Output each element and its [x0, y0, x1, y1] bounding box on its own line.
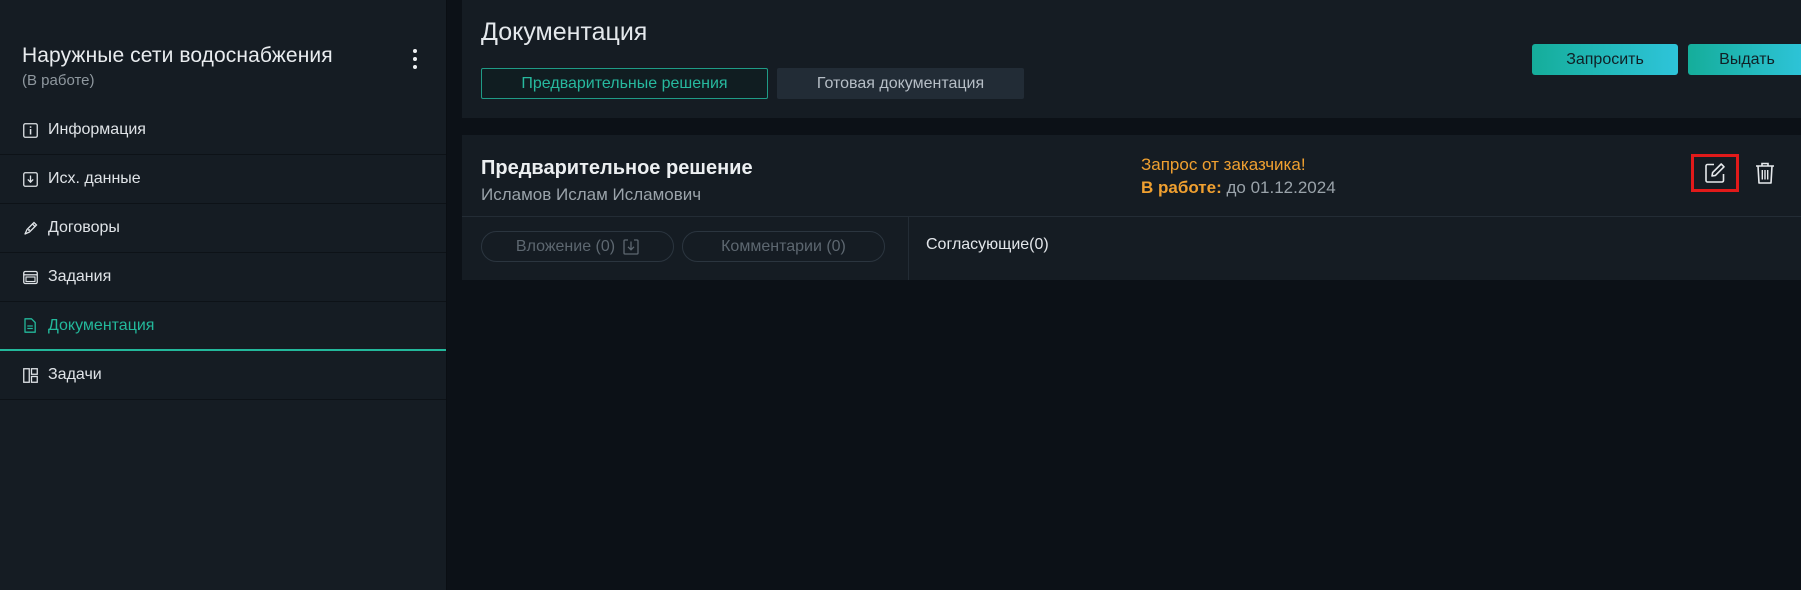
card-vertical-divider — [908, 217, 909, 280]
sidebar-item-tasks-assignments[interactable]: Задания — [0, 253, 446, 302]
sidebar-item-info[interactable]: Информация — [0, 106, 446, 155]
sidebar-item-contracts[interactable]: Договоры — [0, 204, 446, 253]
preliminary-solution-card: Предварительное решение Исламов Ислам Ис… — [462, 135, 1801, 280]
window-icon — [22, 269, 38, 285]
attachments-label: Вложение (0) — [515, 237, 616, 255]
sidebar-item-label: Договоры — [48, 219, 120, 236]
more-options-icon[interactable] — [400, 46, 430, 72]
request-button[interactable]: Запросить — [1532, 44, 1678, 75]
tab-preliminary-solutions[interactable]: Предварительные решения — [481, 68, 768, 99]
edit-icon — [1705, 163, 1725, 183]
attachment-download-icon — [623, 238, 639, 255]
card-author: Исламов Ислам Исламович — [481, 185, 702, 204]
sidebar-item-label: Исх. данные — [48, 170, 141, 187]
deadline: В работе: до 01.12.2024 — [1141, 178, 1336, 198]
document-icon — [22, 318, 38, 334]
comments-label: Комментарии (0) — [721, 237, 846, 255]
sidebar-item-label: Задания — [48, 268, 112, 285]
deadline-label: В работе: — [1141, 178, 1222, 197]
tab-ready-documentation[interactable]: Готовая документация — [777, 68, 1024, 99]
project-title: Наружные сети водоснабжения — [22, 44, 333, 67]
main-content: Документация Предварительные решения Гот… — [447, 0, 1801, 590]
trash-icon — [1756, 162, 1774, 184]
dashboard-icon — [22, 367, 38, 383]
page-title: Документация — [481, 18, 648, 46]
attachments-button[interactable]: Вложение (0) — [481, 231, 674, 262]
project-status: (В работе) — [22, 72, 95, 89]
sidebar-item-source-data[interactable]: Исх. данные — [0, 155, 446, 204]
issue-button[interactable]: Выдать — [1688, 44, 1801, 75]
sidebar-item-tasks[interactable]: Задачи — [0, 351, 446, 400]
approvers-label[interactable]: Согласующие(0) — [926, 236, 1049, 254]
deadline-value: до 01.12.2024 — [1226, 178, 1336, 197]
documentation-header: Документация Предварительные решения Гот… — [462, 0, 1801, 118]
sidebar-item-label: Информация — [48, 121, 146, 138]
sidebar-item-label: Документация — [48, 316, 155, 334]
card-divider — [462, 216, 1801, 217]
project-header: Наружные сети водоснабжения (В работе) — [0, 0, 446, 106]
pen-icon — [22, 220, 38, 236]
sidebar-nav: Информация Исх. данные Договоры Задания — [0, 106, 446, 400]
comments-button[interactable]: Комментарии (0) — [682, 231, 885, 262]
info-icon — [22, 122, 38, 138]
sidebar-item-label: Задачи — [48, 366, 102, 383]
edit-button[interactable] — [1691, 154, 1739, 192]
sidebar-item-documentation[interactable]: Документация — [0, 302, 446, 351]
app: Наружные сети водоснабжения (В работе) И… — [0, 0, 1801, 590]
card-title: Предварительное решение — [481, 157, 753, 179]
customer-request-notice: Запрос от заказчика! — [1141, 155, 1306, 174]
download-box-icon — [22, 171, 38, 187]
delete-button[interactable] — [1750, 158, 1780, 188]
sidebar: Наружные сети водоснабжения (В работе) И… — [0, 0, 447, 590]
